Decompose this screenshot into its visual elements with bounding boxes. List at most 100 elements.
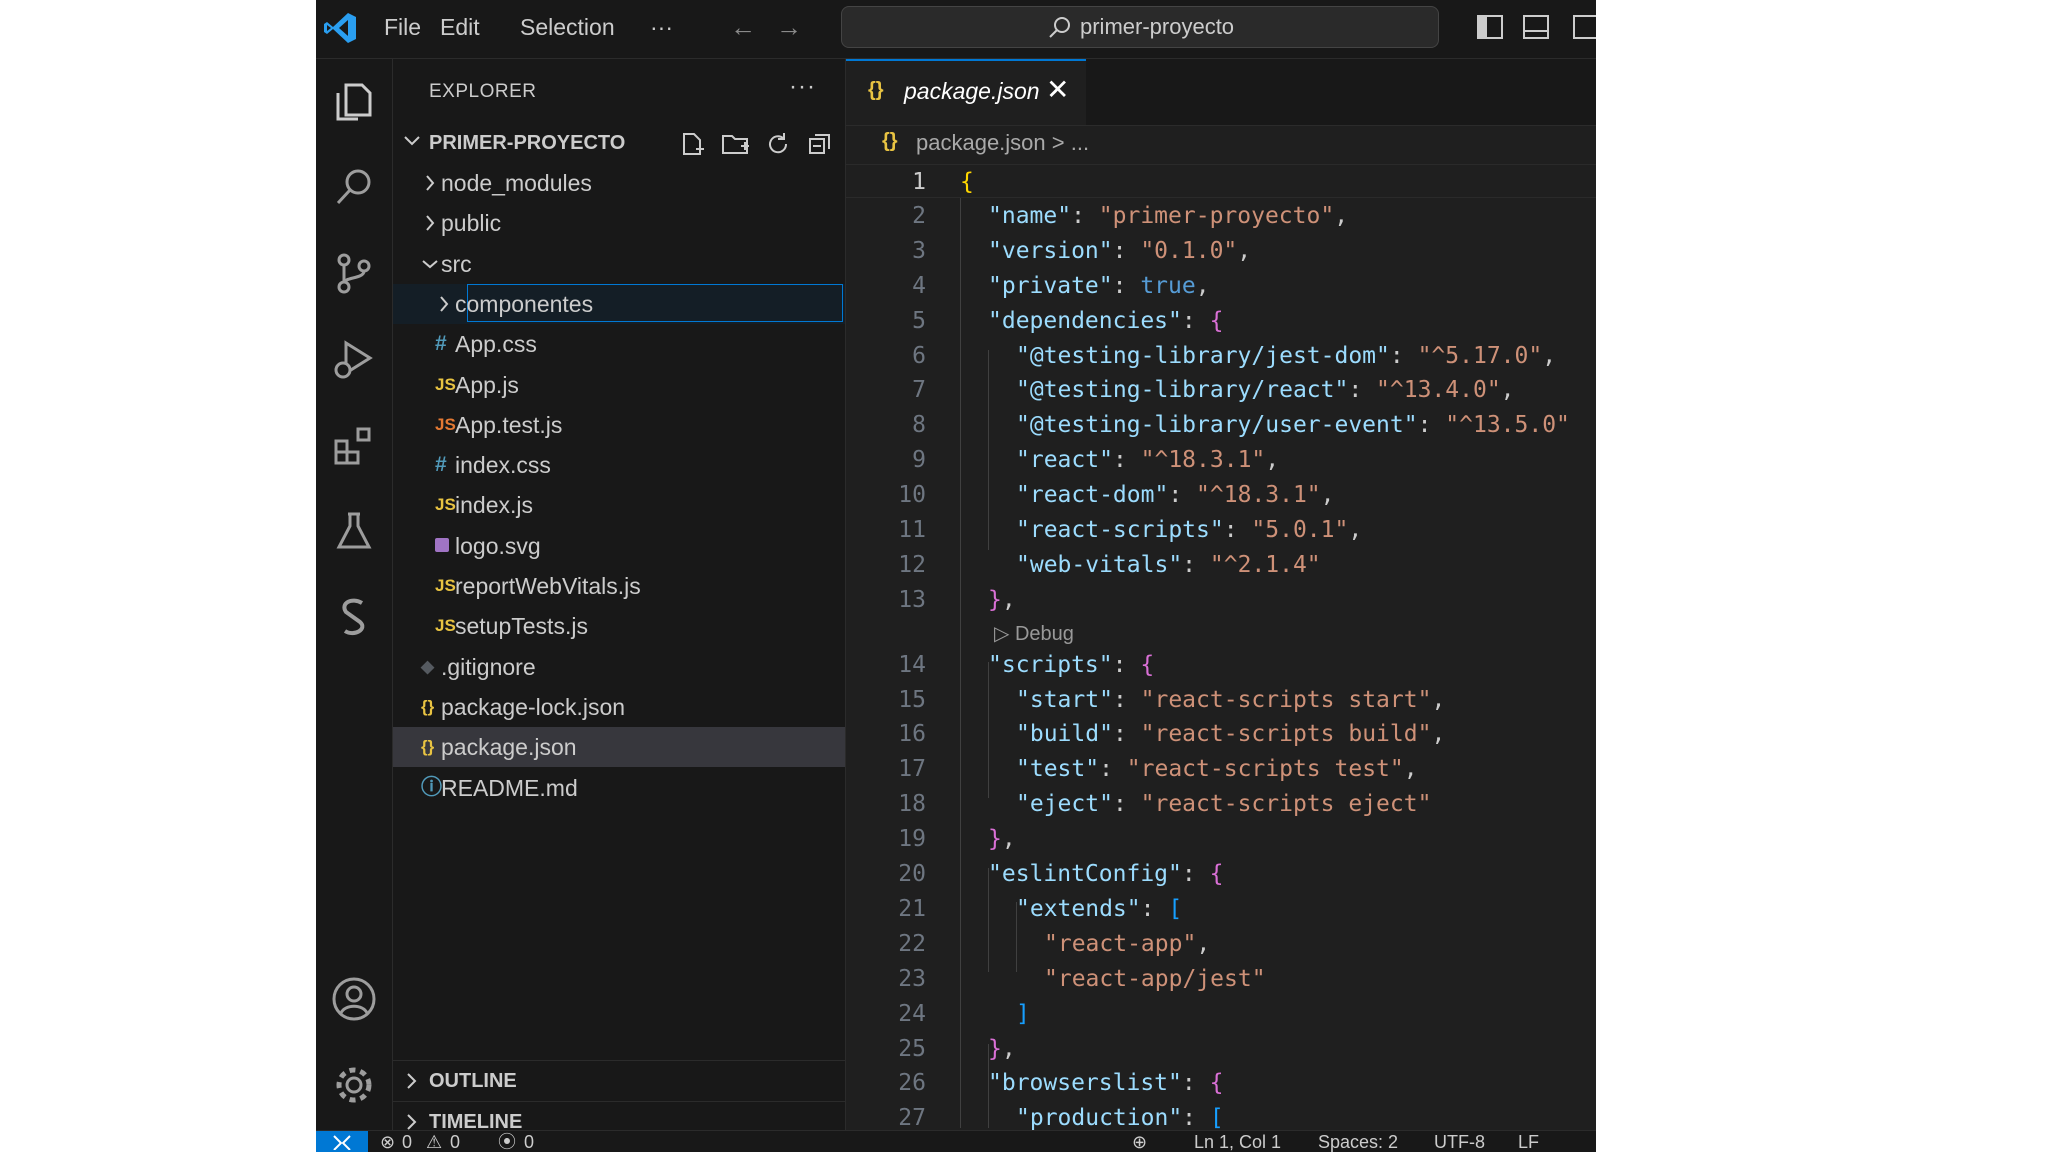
tree-item[interactable]: JS index.js — [393, 485, 845, 525]
testing-beaker-icon[interactable] — [326, 503, 382, 559]
code-line[interactable]: 15 "start": "react-scripts start", — [846, 683, 1596, 717]
tree-item[interactable]: JS App.js — [393, 365, 845, 405]
code-line[interactable]: 10 "react-dom": "^18.3.1", — [846, 478, 1596, 512]
warnings-count[interactable]: 0 — [450, 1131, 460, 1152]
code-token: "react-scripts build" — [1140, 721, 1432, 747]
code-line[interactable]: 12 "web-vitals": "^2.1.4" — [846, 548, 1596, 582]
code-line[interactable]: 5 "dependencies": { — [846, 304, 1596, 338]
code-line[interactable]: 8 "@testing-library/user-event": "^13.5.0… — [846, 408, 1596, 442]
collapse-all-icon[interactable] — [807, 131, 833, 157]
line-number: 17 — [898, 756, 926, 782]
explorer-files-icon[interactable] — [326, 73, 382, 129]
outline-section-header[interactable]: OUTLINE — [393, 1060, 845, 1101]
tree-item[interactable]: # App.css — [393, 324, 845, 364]
code-line[interactable]: 4 "private": true, — [846, 269, 1596, 303]
menu-file[interactable]: File — [384, 12, 421, 42]
tree-item[interactable]: componentes — [393, 284, 845, 324]
code-line[interactable]: 25}, — [846, 1032, 1596, 1066]
extensions-icon[interactable] — [326, 417, 382, 473]
code-line[interactable]: 6 "@testing-library/jest-dom": "^5.17.0", — [846, 339, 1596, 373]
zoom-icon[interactable]: ⊕ — [1132, 1131, 1147, 1152]
accounts-icon[interactable] — [326, 971, 382, 1027]
forward-arrow-icon[interactable]: → — [776, 12, 802, 42]
code-line[interactable]: 26 "browserslist": { — [846, 1066, 1596, 1100]
new-file-icon[interactable] — [679, 131, 705, 157]
code-line[interactable]: 24] — [846, 997, 1596, 1031]
cursor-position[interactable]: Ln 1, Col 1 — [1194, 1131, 1281, 1152]
warnings-icon[interactable]: ⚠ — [426, 1131, 442, 1152]
tree-item-label: index.css — [455, 452, 551, 478]
tree-item[interactable]: ◆ .gitignore — [393, 647, 845, 687]
tree-item[interactable]: {} package.json — [393, 727, 845, 767]
code-line[interactable]: 14 "scripts": { — [846, 648, 1596, 682]
code-line[interactable]: 2 "name": "primer-proyecto", — [846, 199, 1596, 233]
toggle-primary-sidebar-icon[interactable] — [1476, 13, 1504, 41]
chevron-down-icon[interactable] — [421, 255, 439, 273]
back-arrow-icon[interactable]: ← — [730, 12, 756, 42]
source-control-icon[interactable] — [326, 245, 382, 301]
indentation-setting[interactable]: Spaces: 2 — [1318, 1131, 1398, 1152]
chevron-right-icon[interactable] — [421, 174, 439, 192]
code-line[interactable]: 1{ — [846, 164, 1596, 198]
code-line[interactable]: 19}, — [846, 822, 1596, 856]
code-editor[interactable]: 1{2 "name": "primer-proyecto", 3 "version":… — [846, 164, 1596, 1131]
code-line[interactable]: 23 "react-app/jest" — [846, 962, 1596, 996]
toggle-panel-icon[interactable] — [1522, 13, 1550, 41]
code-line[interactable]: 13}, — [846, 583, 1596, 617]
code-line[interactable]: 18 "eject": "react-scripts eject" — [846, 787, 1596, 821]
extension-s-icon[interactable] — [326, 589, 382, 645]
encoding-setting[interactable]: UTF-8 — [1434, 1131, 1485, 1152]
tree-item[interactable]: JS reportWebVitals.js — [393, 566, 845, 606]
code-line[interactable]: 20 "eslintConfig": { — [846, 857, 1596, 891]
code-line[interactable]: 9 "react": "^18.3.1", — [846, 443, 1596, 477]
errors-icon[interactable]: ⊗ — [380, 1131, 395, 1152]
tree-item[interactable]: src — [393, 244, 845, 284]
code-line[interactable]: 17 "test": "react-scripts test", — [846, 752, 1596, 786]
tree-item[interactable]: node_modules — [393, 163, 845, 203]
tree-item[interactable]: ⓘ README.md — [393, 768, 845, 808]
remote-indicator-button[interactable] — [316, 1131, 368, 1152]
code-line[interactable]: 3 "version": "0.1.0", — [846, 234, 1596, 268]
play-icon: ▷ — [994, 623, 1015, 645]
code-text: "name": "primer-proyecto", — [988, 199, 1348, 233]
code-line[interactable]: 21 "extends": [ — [846, 892, 1596, 926]
tree-item[interactable]: logo.svg — [393, 526, 845, 566]
code-line[interactable]: 11 "react-scripts": "5.0.1", — [846, 513, 1596, 547]
run-and-debug-icon[interactable] — [326, 331, 382, 387]
refresh-icon[interactable] — [765, 131, 791, 157]
tab-package-json[interactable]: {} package.json ✕ — [846, 59, 1086, 125]
tree-item[interactable]: # index.css — [393, 445, 845, 485]
breadcrumb-path[interactable]: package.json > ... — [916, 130, 1089, 156]
eol-setting[interactable]: LF — [1518, 1131, 1539, 1152]
ports-count[interactable]: 0 — [524, 1131, 534, 1152]
code-text: "@testing-library/react": "^13.4.0", — [1016, 373, 1515, 407]
tree-item[interactable]: JS setupTests.js — [393, 606, 845, 646]
tree-item[interactable]: {} package-lock.json — [393, 687, 845, 727]
chevron-right-icon[interactable] — [421, 214, 439, 232]
toggle-secondary-sidebar-icon[interactable] — [1572, 13, 1596, 41]
command-center-search[interactable]: primer-proyecto — [841, 6, 1439, 48]
chevron-right-icon[interactable] — [435, 295, 453, 313]
new-folder-icon[interactable] — [721, 131, 751, 157]
code-line[interactable]: 7 "@testing-library/react": "^13.4.0", — [846, 373, 1596, 407]
ports-icon[interactable]: ⦿ — [498, 1131, 516, 1152]
search-activity-icon[interactable] — [326, 159, 382, 215]
menu-selection[interactable]: Selection — [520, 12, 615, 42]
vscode-logo-icon[interactable] — [322, 10, 358, 46]
explorer-more-actions-button[interactable]: ··· — [789, 73, 816, 101]
tree-item[interactable]: JS App.test.js — [393, 405, 845, 445]
debug-codelens[interactable]: ▷ Debug — [994, 619, 1074, 649]
tree-item[interactable]: public — [393, 203, 845, 243]
code-token: "react-scripts eject" — [1140, 791, 1432, 817]
manage-gear-icon[interactable] — [326, 1057, 382, 1113]
menu-more[interactable]: ··· — [650, 12, 673, 42]
errors-count[interactable]: 0 — [402, 1131, 412, 1152]
code-line[interactable]: 16 "build": "react-scripts build", — [846, 717, 1596, 751]
code-token: : — [1112, 238, 1141, 264]
code-line[interactable]: 22 "react-app", — [846, 927, 1596, 961]
code-text: }, — [988, 1032, 1016, 1066]
menu-edit[interactable]: Edit — [440, 12, 480, 42]
line-number: 21 — [898, 896, 926, 922]
close-tab-icon[interactable]: ✕ — [1046, 73, 1069, 106]
project-folder-header[interactable]: PRIMER-PROYECTO — [393, 127, 845, 161]
